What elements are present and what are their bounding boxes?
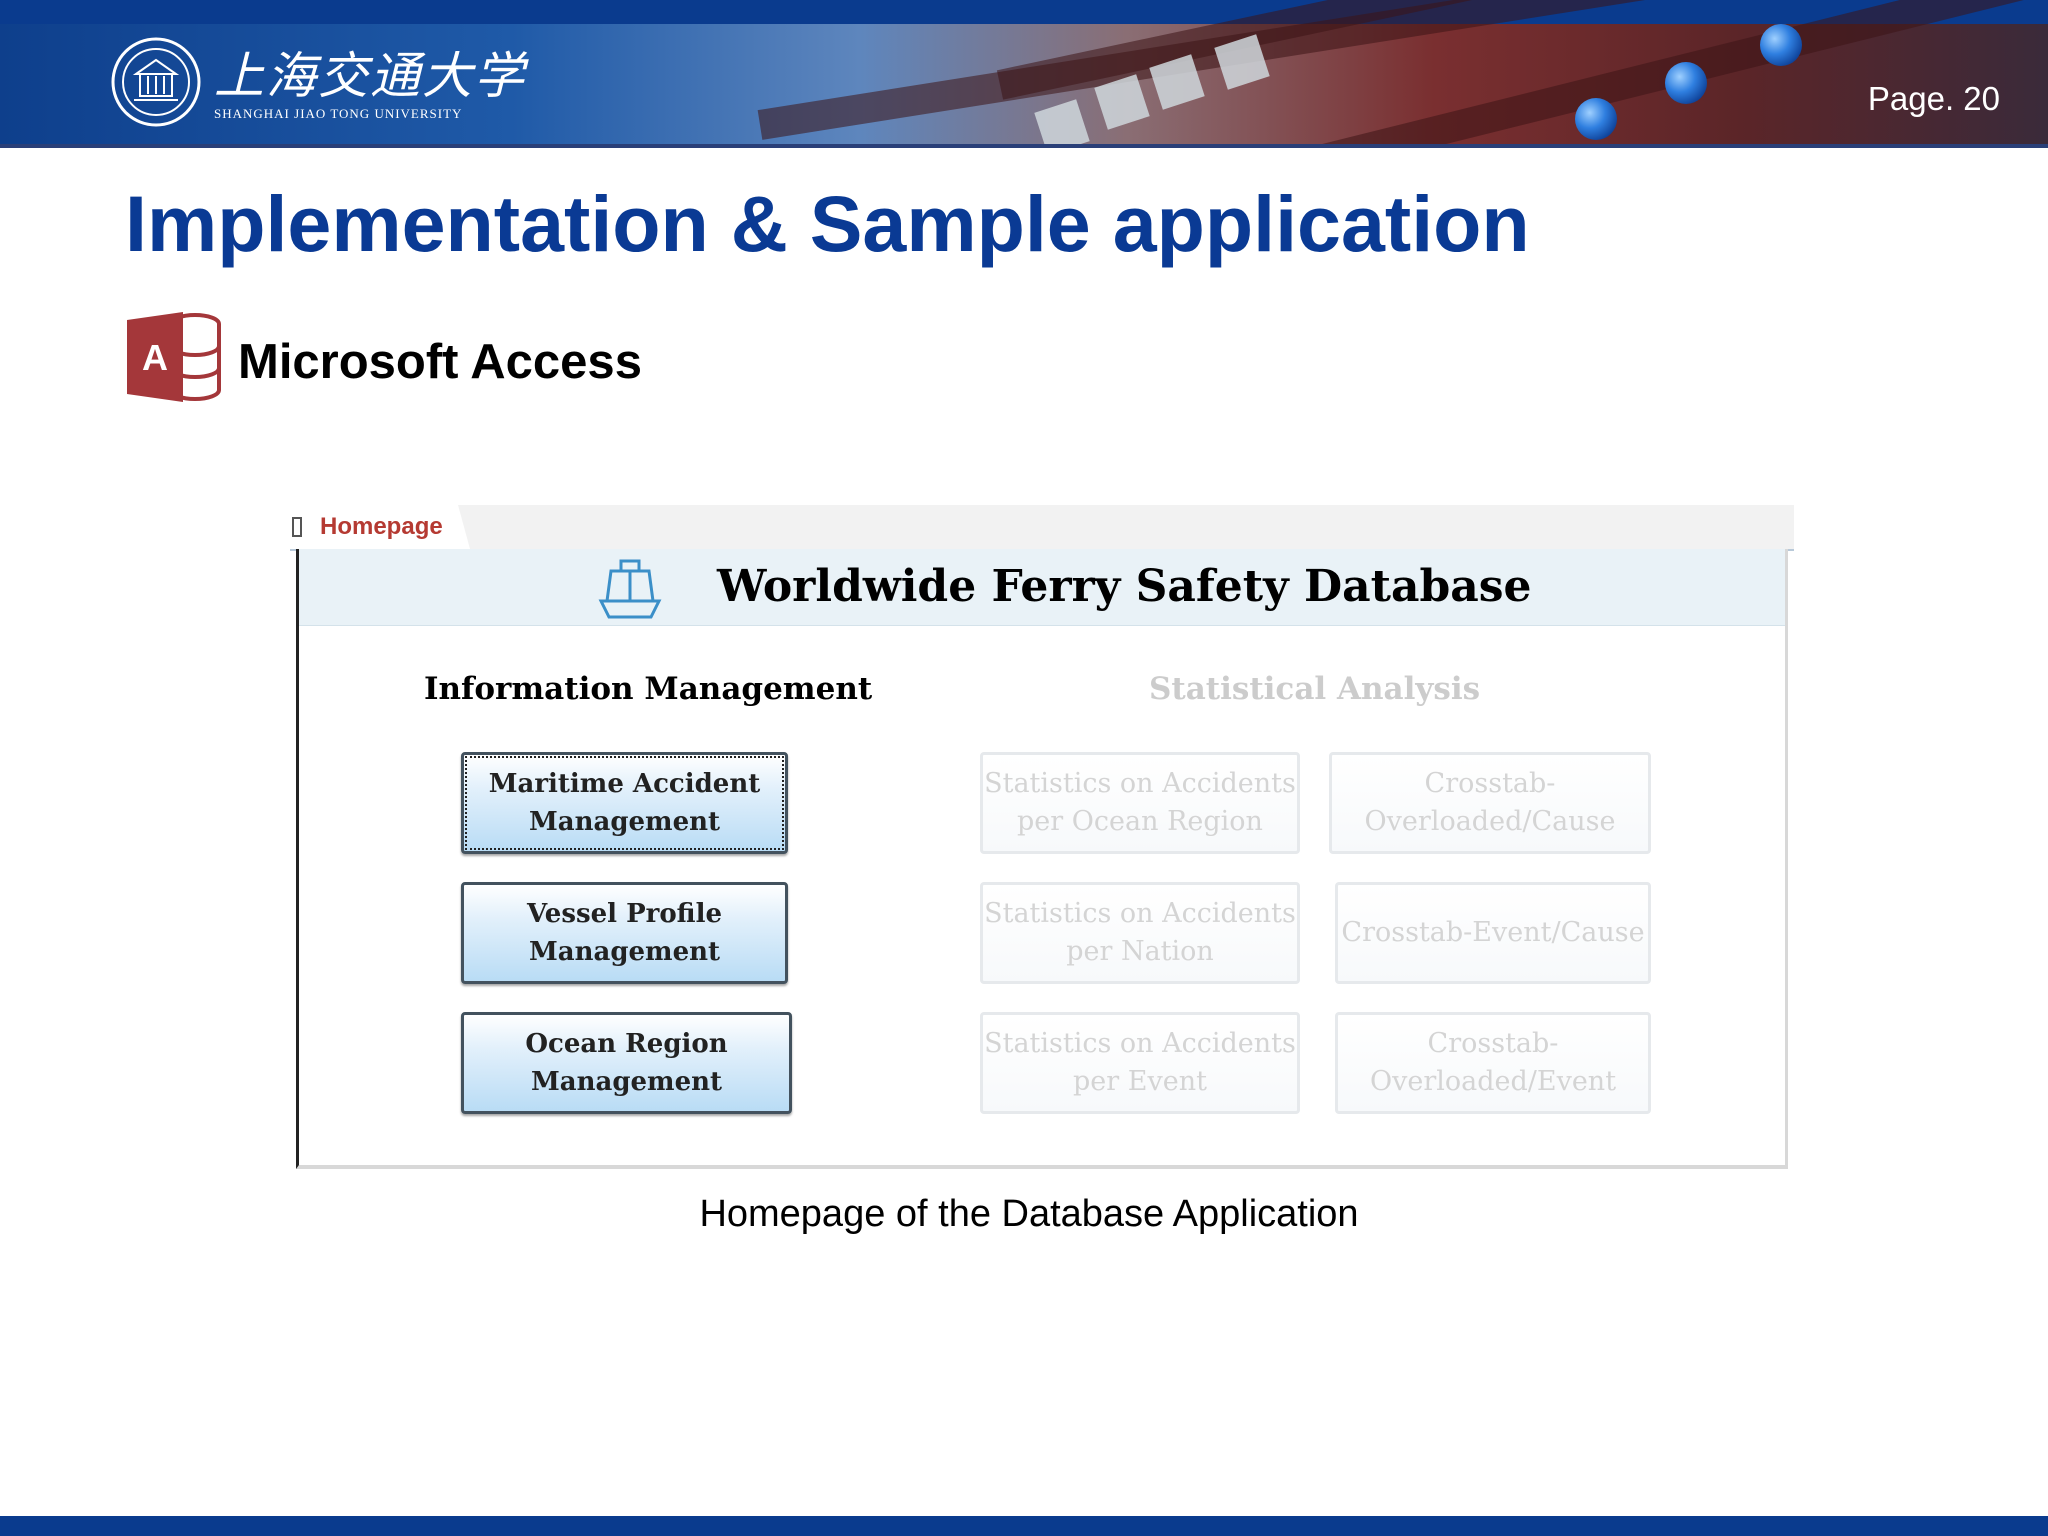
access-form-window: Homepage Worldwide Ferry Safety Database… bbox=[290, 505, 1794, 1175]
banner-bead bbox=[1575, 98, 1617, 140]
stats-per-ocean-region-button[interactable]: Statistics on Accidents per Ocean Region bbox=[980, 752, 1300, 854]
maritime-accident-management-button[interactable]: Maritime Accident Management bbox=[461, 752, 788, 854]
university-name-chinese: 上海交通大学 bbox=[214, 47, 526, 105]
page-number: Page. 20 bbox=[1867, 80, 2000, 117]
university-name-english: SHANGHAI JIAO TONG UNIVERSITY bbox=[214, 106, 463, 121]
button-label: Statistics on Accidents bbox=[984, 898, 1296, 929]
button-label: Crosstab-Event/Cause bbox=[1341, 917, 1645, 948]
button-label: Overloaded/Event bbox=[1369, 1066, 1617, 1097]
form-body: Worldwide Ferry Safety Database Informat… bbox=[296, 549, 1788, 1169]
tab-homepage-label: Homepage bbox=[320, 513, 443, 540]
button-label: Crosstab- bbox=[1427, 1028, 1559, 1059]
ocean-region-management-button[interactable]: Ocean Region Management bbox=[461, 1012, 792, 1114]
banner-bead bbox=[1665, 62, 1707, 104]
section-statistical-analysis: Statistical Analysis bbox=[1149, 671, 1481, 707]
ship-icon bbox=[598, 559, 662, 619]
button-label: Management bbox=[530, 1067, 723, 1097]
crosstab-overloaded-event-button[interactable]: Crosstab- Overloaded/Event bbox=[1335, 1012, 1651, 1114]
crosstab-overloaded-cause-button[interactable]: Crosstab- Overloaded/Cause bbox=[1329, 752, 1651, 854]
button-label: Statistics on Accidents bbox=[984, 1028, 1296, 1059]
button-label: Management bbox=[528, 807, 721, 837]
document-tab-strip: Homepage bbox=[290, 505, 1794, 551]
form-title: Worldwide Ferry Safety Database bbox=[717, 561, 1532, 612]
form-header: Worldwide Ferry Safety Database bbox=[299, 549, 1785, 626]
banner-top-stripe bbox=[0, 0, 2048, 24]
button-label: per Event bbox=[1073, 1066, 1207, 1097]
banner-bottom-stripe bbox=[0, 144, 2048, 148]
vessel-profile-management-button[interactable]: Vessel Profile Management bbox=[461, 882, 788, 984]
header-banner: 上海交通大学 SHANGHAI JIAO TONG UNIVERSITY Pag… bbox=[0, 0, 2048, 148]
stats-per-event-button[interactable]: Statistics on Accidents per Event bbox=[980, 1012, 1300, 1114]
button-label: Crosstab- bbox=[1424, 768, 1556, 799]
button-label: Management bbox=[528, 937, 721, 967]
figure-caption: Homepage of the Database Application bbox=[699, 1193, 1359, 1235]
crosstab-event-cause-button[interactable]: Crosstab-Event/Cause bbox=[1335, 882, 1651, 984]
tab-homepage[interactable]: Homepage bbox=[290, 505, 470, 549]
stats-per-nation-button[interactable]: Statistics on Accidents per Nation bbox=[980, 882, 1300, 984]
banner-tile bbox=[1034, 99, 1090, 148]
button-label: Ocean Region bbox=[525, 1029, 728, 1059]
button-label: per Ocean Region bbox=[1017, 806, 1263, 837]
button-label: Maritime Accident bbox=[488, 769, 761, 799]
footer-bar bbox=[0, 1516, 2048, 1536]
banner-bead bbox=[1760, 24, 1802, 66]
button-label: Statistics on Accidents bbox=[984, 768, 1296, 799]
button-label: per Nation bbox=[1066, 936, 1214, 967]
slide-title: Implementation & Sample application bbox=[125, 179, 1530, 268]
microsoft-access-icon: A bbox=[127, 312, 221, 402]
app-label: Microsoft Access bbox=[238, 335, 642, 389]
button-label: Overloaded/Cause bbox=[1364, 806, 1616, 837]
form-icon bbox=[292, 517, 302, 537]
button-label: Vessel Profile bbox=[527, 899, 722, 929]
svg-text:A: A bbox=[142, 337, 168, 378]
university-seal-icon bbox=[111, 37, 201, 127]
section-information-management: Information Management bbox=[424, 671, 873, 707]
